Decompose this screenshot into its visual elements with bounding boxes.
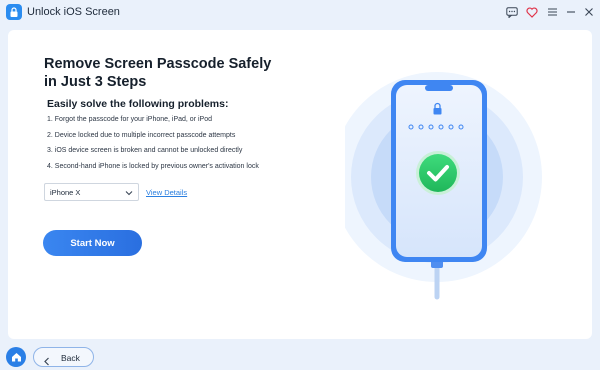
list-item: 2. Device locked due to multiple incorre…	[47, 131, 236, 139]
feedback-icon[interactable]	[505, 5, 519, 19]
menu-icon[interactable]	[545, 5, 559, 19]
list-item: 3. iOS device screen is broken and canno…	[47, 147, 243, 154]
back-label: Back	[61, 353, 80, 363]
title-bar: Unlock iOS Screen	[0, 0, 600, 26]
list-item: 1. Forgot the passcode for your iPhone, …	[47, 116, 212, 123]
heart-icon[interactable]	[525, 5, 539, 19]
problems-heading: Easily solve the following problems:	[47, 98, 229, 110]
back-button[interactable]: Back	[33, 347, 94, 367]
window-title: Unlock iOS Screen	[27, 6, 120, 18]
list-item: 4. Second-hand iPhone is locked by previ…	[47, 162, 259, 170]
minimize-icon[interactable]	[564, 5, 578, 19]
chevron-down-icon	[125, 189, 133, 196]
start-now-button[interactable]: Start Now	[43, 230, 142, 256]
home-button[interactable]	[6, 347, 26, 367]
chevron-left-icon	[43, 353, 51, 366]
home-icon	[11, 353, 21, 362]
device-model-select[interactable]: iPhone X	[44, 183, 139, 201]
close-icon[interactable]	[582, 5, 596, 19]
lock-app-icon	[6, 4, 22, 20]
view-details-link[interactable]: View Details	[146, 188, 187, 197]
device-model-value: iPhone X	[50, 187, 81, 197]
page-title: Remove Screen Passcode Safely in Just 3 …	[44, 56, 272, 90]
phone-unlock-illustration	[332, 42, 575, 312]
problems-list: 1. Forgot the passcode for your iPhone, …	[47, 115, 259, 177]
